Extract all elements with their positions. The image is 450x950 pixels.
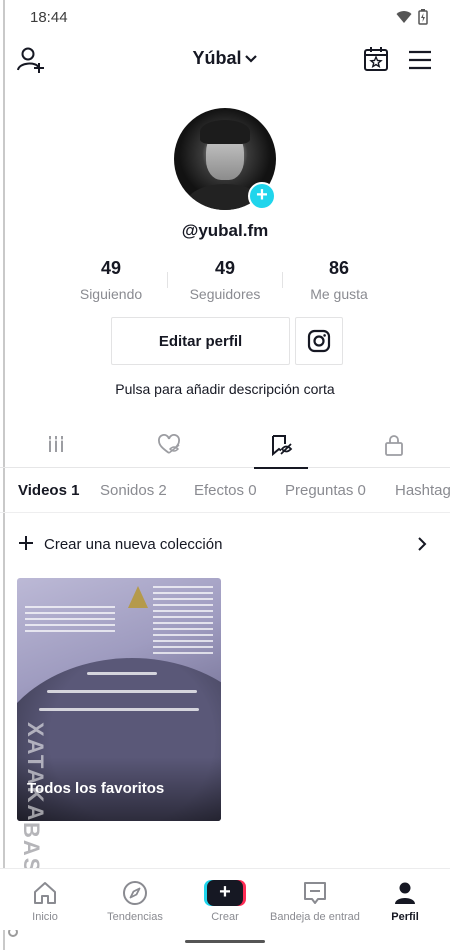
stat-likes[interactable]: 86 Me gusta	[279, 258, 399, 302]
top-bar: Yúbal	[0, 40, 450, 78]
create-plus-icon: +	[207, 880, 243, 906]
stat-value: 49	[100, 258, 122, 278]
page-title: Yúbal	[192, 48, 242, 68]
card-thumbnail-line	[87, 672, 157, 675]
stat-label: Me gusta	[310, 286, 368, 302]
stat-label: Seguidores	[189, 286, 261, 302]
tab-liked-hidden[interactable]	[139, 428, 199, 468]
nav-home[interactable]: Inicio	[0, 879, 90, 923]
stat-following[interactable]: 49 Siguiendo	[51, 258, 171, 302]
nav-create[interactable]: + Crear	[180, 879, 270, 923]
calendar-star-icon[interactable]	[362, 45, 390, 73]
nav-discover[interactable]: Tendencias	[90, 879, 180, 923]
instagram-icon	[307, 329, 331, 353]
stat-label: Siguiendo	[79, 286, 143, 302]
nav-label: Inicio	[32, 911, 58, 923]
favorites-sub-tabs: Videos 1 Sonidos 2 Efectos 0 Preguntas 0…	[0, 469, 450, 513]
subtab-effects[interactable]: Efectos 0	[194, 482, 257, 499]
nav-label: Crear	[211, 911, 239, 923]
lock-icon	[385, 435, 403, 456]
profile-icon	[395, 882, 415, 904]
content-tabs	[0, 428, 450, 469]
wifi-icon	[396, 11, 412, 23]
subtab-questions[interactable]: Preguntas 0	[285, 482, 366, 499]
status-time: 18:44	[30, 8, 68, 26]
stat-value: 49	[214, 258, 236, 278]
chevron-down-icon	[244, 55, 257, 63]
nav-label: Tendencias	[107, 911, 163, 923]
tab-favorites[interactable]	[251, 428, 311, 469]
menu-icon[interactable]	[406, 46, 434, 74]
compass-icon	[123, 881, 147, 905]
battery-icon	[418, 9, 428, 25]
create-collection-label: Crear una nueva colección	[44, 536, 223, 553]
heart-hidden-icon	[158, 434, 180, 454]
card-thumbnail-text	[25, 606, 115, 636]
instagram-button[interactable]	[295, 317, 343, 365]
add-photo-plus-icon[interactable]: +	[248, 182, 276, 210]
nav-label: Bandeja de entrada	[270, 911, 360, 923]
stat-followers[interactable]: 49 Seguidores	[165, 258, 285, 302]
card-thumbnail-line	[47, 690, 197, 693]
nav-profile[interactable]: Perfil	[360, 879, 450, 923]
stat-value: 86	[328, 258, 350, 278]
create-collection-row[interactable]: Crear una nueva colección	[0, 530, 450, 560]
status-icons	[396, 9, 428, 25]
plus-icon	[19, 536, 33, 550]
avatar-container[interactable]: +	[174, 108, 276, 210]
subtab-sounds[interactable]: Sonidos 2	[100, 482, 167, 499]
subtab-hashtags[interactable]: Hashtag	[395, 482, 450, 499]
nav-inbox[interactable]: Bandeja de entrada	[270, 879, 360, 923]
subtab-videos[interactable]: Videos 1	[18, 482, 79, 499]
avatar-hair	[200, 120, 250, 144]
card-thumbnail-text	[153, 586, 213, 654]
bio-placeholder[interactable]: Pulsa para añadir descripción corta	[0, 381, 450, 397]
nav-label: Perfil	[391, 911, 419, 923]
bookmark-icon	[272, 435, 293, 456]
chevron-right-icon	[418, 537, 427, 551]
inbox-icon	[304, 882, 326, 904]
status-bar: 18:44	[0, 0, 450, 34]
card-thumbnail-knob	[128, 586, 148, 608]
home-icon	[34, 882, 56, 904]
card-thumbnail-line	[39, 708, 199, 711]
tab-videos-grid[interactable]	[26, 428, 86, 468]
bottom-nav: Inicio Tendencias + Crear Bandeja de ent…	[0, 868, 450, 930]
profile-handle: @yubal.fm	[181, 221, 269, 240]
home-indicator[interactable]	[185, 940, 265, 943]
grid-icon	[48, 436, 64, 452]
edit-profile-button[interactable]: Editar perfil	[111, 317, 290, 365]
profile-stats: 49 Siguiendo 49 Seguidores 86 Me gusta	[0, 258, 450, 306]
tab-private[interactable]	[364, 428, 424, 468]
